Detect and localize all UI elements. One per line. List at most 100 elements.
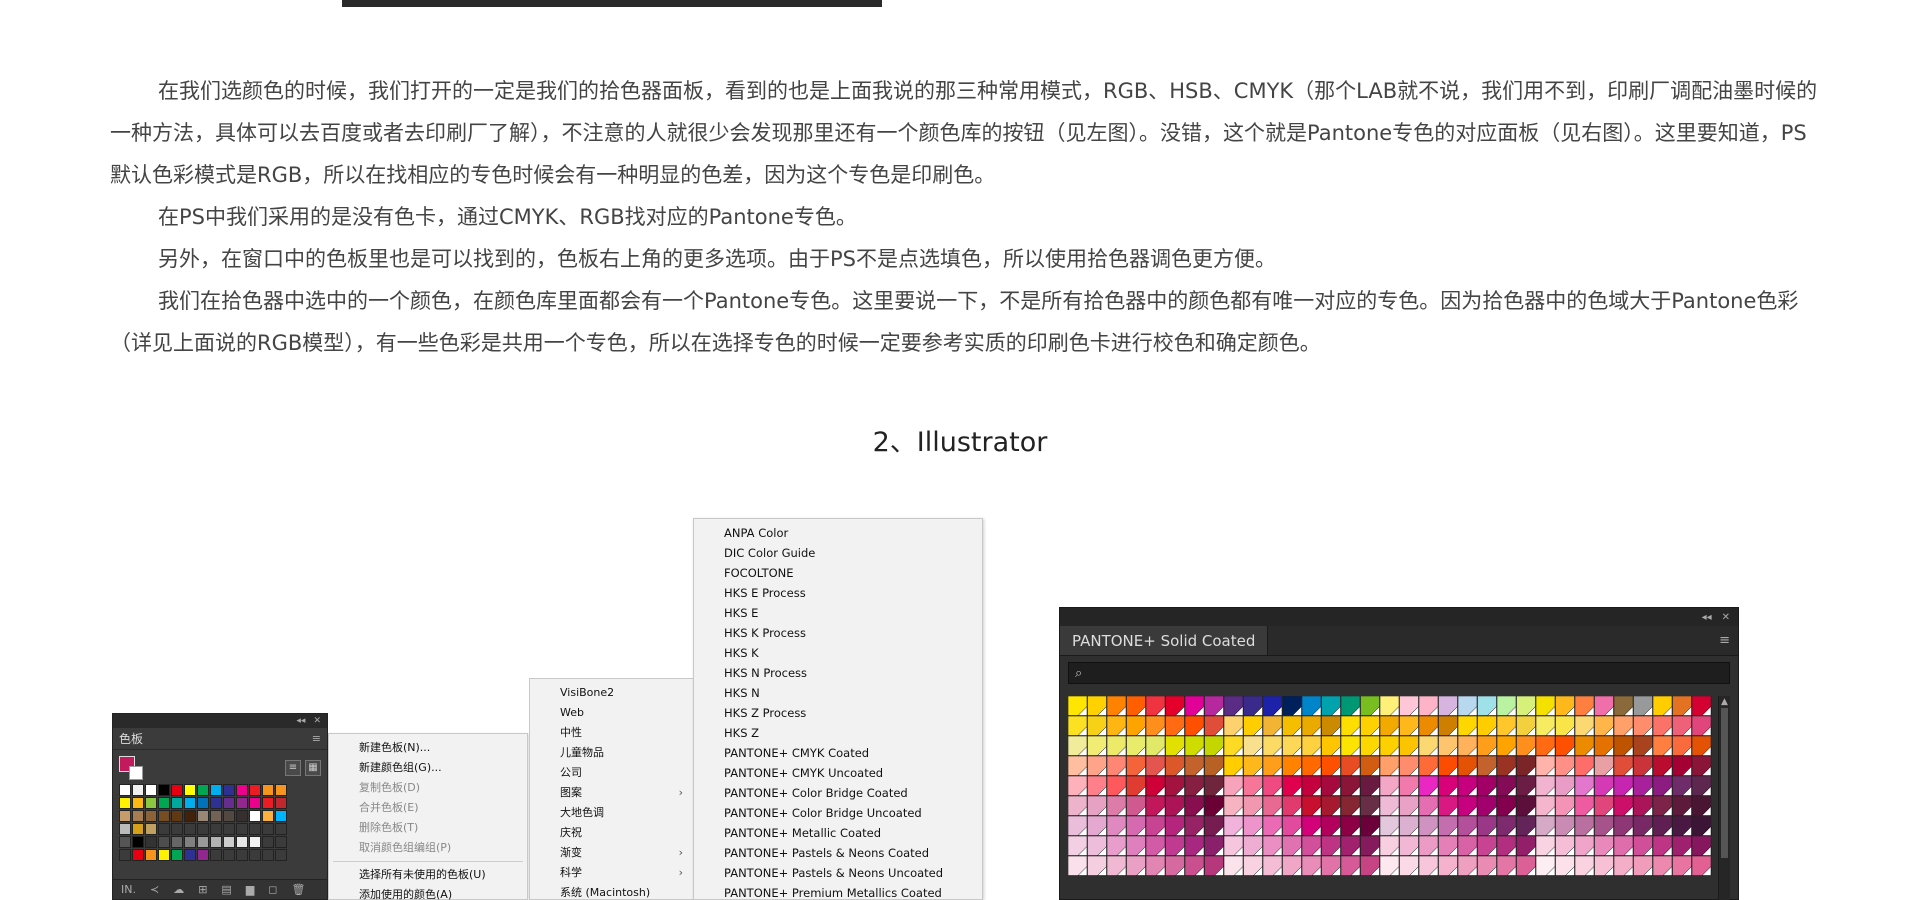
stroke-swatch[interactable] [129, 766, 143, 780]
pantone-swatch[interactable] [1652, 715, 1673, 736]
swatch[interactable] [249, 797, 261, 809]
pantone-swatch[interactable] [1574, 855, 1595, 876]
pantone-swatch[interactable] [1360, 835, 1380, 856]
pantone-swatch[interactable] [1145, 696, 1166, 716]
library-menu-item[interactable]: Web [530, 703, 693, 723]
pantone-swatch[interactable] [1262, 835, 1283, 856]
pantone-swatch[interactable] [1282, 775, 1302, 796]
grid-view-icon[interactable]: ▦ [305, 760, 321, 776]
color-book-item[interactable]: PANTONE+ Metallic Coated [694, 823, 982, 843]
pantone-swatch[interactable] [1223, 715, 1244, 736]
pantone-swatch[interactable] [1535, 795, 1556, 816]
pantone-swatch[interactable] [1379, 715, 1400, 736]
pantone-swatch[interactable] [1613, 696, 1634, 716]
pantone-swatch[interactable] [1165, 755, 1185, 776]
pantone-swatch[interactable] [1438, 715, 1458, 736]
pantone-swatch[interactable] [1321, 755, 1341, 776]
swatch[interactable] [236, 849, 248, 861]
color-book-item[interactable]: HKS E [694, 603, 982, 623]
pantone-swatch[interactable] [1418, 735, 1439, 756]
pantone-swatch[interactable] [1126, 755, 1146, 776]
swatch[interactable] [145, 797, 157, 809]
swatch[interactable] [262, 797, 274, 809]
pantone-swatch[interactable] [1477, 795, 1497, 816]
pantone-swatch[interactable] [1613, 715, 1634, 736]
pantone-swatch[interactable] [1594, 715, 1614, 736]
color-book-item[interactable]: PANTONE+ Premium Metallics Coated [694, 883, 982, 900]
collapse-icon[interactable]: ◂◂ [296, 716, 305, 726]
pantone-swatch[interactable] [1379, 696, 1400, 716]
pantone-swatch[interactable] [1184, 755, 1205, 776]
pantone-swatch[interactable] [1496, 835, 1517, 856]
pantone-swatch[interactable] [1477, 715, 1497, 736]
pantone-swatch[interactable] [1418, 835, 1439, 856]
pantone-swatch[interactable] [1516, 855, 1536, 876]
pantone-swatch[interactable] [1399, 696, 1419, 716]
pantone-swatch[interactable] [1087, 835, 1107, 856]
pantone-swatch[interactable] [1068, 795, 1088, 816]
cloud-icon[interactable]: ☁ [173, 883, 184, 896]
context-menu-item[interactable]: 新建颜色组(G)... [329, 758, 527, 778]
pantone-swatch[interactable] [1652, 795, 1673, 816]
pantone-swatch[interactable] [1223, 835, 1244, 856]
library-menu-item[interactable]: 儿童物品 [530, 743, 693, 763]
swatch[interactable] [236, 797, 248, 809]
context-menu-item[interactable]: 添加使用的颜色(A) [329, 885, 527, 900]
pantone-swatch[interactable] [1321, 715, 1341, 736]
pantone-swatch[interactable] [1379, 835, 1400, 856]
pantone-swatch[interactable] [1652, 696, 1673, 716]
swatch[interactable] [262, 849, 274, 861]
pantone-swatch[interactable] [1496, 775, 1517, 796]
swatch[interactable] [145, 810, 157, 822]
pantone-swatch[interactable] [1399, 775, 1419, 796]
pantone-swatch[interactable] [1555, 815, 1575, 836]
color-book-item[interactable]: HKS N [694, 683, 982, 703]
pantone-swatch[interactable] [1262, 775, 1283, 796]
swatch[interactable] [119, 849, 131, 861]
swatch[interactable] [262, 823, 274, 835]
pantone-swatch[interactable] [1613, 795, 1634, 816]
swatch[interactable] [119, 784, 131, 796]
pantone-swatch[interactable] [1574, 835, 1595, 856]
pantone-swatch[interactable] [1204, 715, 1224, 736]
pantone-swatch[interactable] [1399, 795, 1419, 816]
library-menu-item[interactable]: 庆祝 [530, 823, 693, 843]
pantone-swatch[interactable] [1633, 735, 1653, 756]
pantone-swatch[interactable] [1068, 835, 1088, 856]
pantone-swatch[interactable] [1691, 775, 1712, 796]
pantone-swatch[interactable] [1652, 775, 1673, 796]
pantone-swatch[interactable] [1496, 696, 1517, 716]
pantone-swatch[interactable] [1223, 855, 1244, 876]
swatch[interactable] [158, 797, 170, 809]
pantone-swatch[interactable] [1165, 835, 1185, 856]
swatch[interactable] [119, 836, 131, 848]
pantone-swatch[interactable] [1672, 696, 1692, 716]
pantone-scrollbar[interactable]: ▲ [1718, 696, 1730, 900]
pantone-swatch[interactable] [1262, 795, 1283, 816]
pantone-swatch[interactable] [1204, 795, 1224, 816]
pantone-swatch[interactable] [1652, 855, 1673, 876]
fill-stroke-indicator[interactable] [119, 756, 145, 780]
pantone-swatch[interactable] [1282, 715, 1302, 736]
pantone-swatch[interactable] [1399, 735, 1419, 756]
pantone-swatch[interactable] [1418, 815, 1439, 836]
pantone-swatch[interactable] [1243, 735, 1263, 756]
swatch[interactable] [132, 810, 144, 822]
pantone-swatch[interactable] [1457, 795, 1478, 816]
new-swatch-icon[interactable]: ▆ [246, 883, 254, 896]
pantone-swatch[interactable] [1613, 815, 1634, 836]
swatch[interactable] [158, 784, 170, 796]
pantone-swatch[interactable] [1574, 735, 1595, 756]
color-book-item[interactable]: PANTONE+ Color Bridge Coated [694, 783, 982, 803]
pantone-swatch[interactable] [1477, 815, 1497, 836]
pantone-swatch[interactable] [1282, 696, 1302, 716]
swatch[interactable] [275, 797, 287, 809]
pantone-swatch[interactable] [1535, 855, 1556, 876]
pantone-swatch[interactable] [1555, 775, 1575, 796]
pantone-swatch[interactable] [1126, 735, 1146, 756]
pantone-swatch[interactable] [1204, 855, 1224, 876]
close-icon[interactable]: ✕ [313, 716, 321, 726]
pantone-swatch[interactable] [1262, 815, 1283, 836]
pantone-swatch[interactable] [1301, 735, 1322, 756]
pantone-swatch[interactable] [1068, 775, 1088, 796]
